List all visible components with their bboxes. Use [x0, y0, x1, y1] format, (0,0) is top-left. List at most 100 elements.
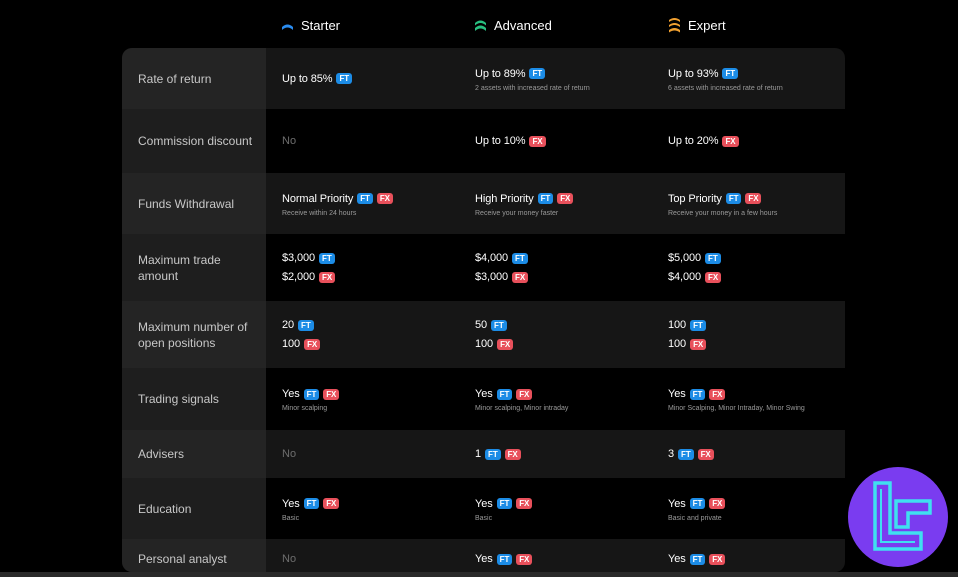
ft-badge: FT: [512, 252, 528, 264]
ft-badge: FT: [496, 388, 513, 400]
expert-tier-icon: [668, 16, 681, 34]
row-label: Trading signals: [138, 392, 219, 406]
advanced-tier-icon: [474, 18, 487, 32]
cell-note: Minor scalping, Minor intraday: [475, 405, 569, 412]
fx-badge: FX: [504, 448, 521, 460]
table-cell-advanced: Yes FT FX: [475, 539, 665, 572]
cell-line: 1 FT FX: [475, 446, 665, 462]
cell-line: Yes FT FX: [282, 496, 472, 512]
table-cell-starter: No: [282, 430, 472, 478]
fx-badge: FX: [709, 553, 726, 565]
tier-header-expert: Expert: [668, 16, 726, 34]
cell-line: 100 FX: [282, 336, 472, 352]
cell-value: 50: [475, 319, 488, 331]
row-label-cell: Maximum trade amount: [122, 234, 266, 301]
cell-value: Up to 93%: [668, 67, 719, 80]
cell-line: 20 FT: [282, 317, 472, 333]
row-label-cell: Trading signals: [122, 368, 266, 430]
table-cell-expert: 100 FT 100 FX: [668, 301, 845, 368]
cell-value: Up to 10%: [475, 135, 526, 147]
cell-line: $3,000 FT: [282, 250, 472, 266]
row-label: Funds Withdrawal: [138, 196, 235, 211]
cell-line: Up to 93% FT: [668, 66, 845, 82]
cell-line: Top Priority FT FX: [668, 191, 845, 207]
cell-value: $5,000: [668, 252, 702, 264]
cell-value: Yes: [475, 497, 493, 510]
fx-badge: FX: [709, 388, 726, 400]
tier-name: Expert: [688, 17, 726, 33]
cell-line: 3 FT FX: [668, 446, 845, 462]
cell-line: Yes FT FX: [668, 551, 845, 567]
row-label: Personal analyst: [138, 552, 227, 566]
fx-badge: FX: [323, 388, 340, 400]
table-cell-expert: Up to 20% FX: [668, 109, 845, 173]
cell-line: 100 FX: [668, 336, 845, 352]
cell-line: 50 FT: [475, 317, 665, 333]
table-cell-starter: Normal Priority FT FX Receive within 24 hou…: [282, 173, 472, 234]
row-label: Rate of return: [138, 71, 212, 86]
table-row: Funds Withdrawal Normal Priority FT FX Recei…: [122, 173, 845, 234]
cell-note: 2 assets with increased rate of return: [475, 84, 590, 92]
cell-value: 100: [475, 338, 494, 350]
table-cell-advanced: $4,000 FT $3,000 FX: [475, 234, 665, 301]
table-cell-expert: Yes FT FX: [668, 539, 845, 572]
ft-badge: FT: [491, 319, 507, 331]
ft-badge: FT: [496, 553, 513, 565]
cell-value: Yes: [668, 388, 686, 400]
cell-value: High Priority: [475, 192, 534, 205]
cell-line: Normal Priority FT FX: [282, 191, 472, 207]
table-cell-starter: $3,000 FT $2,000 FX: [282, 234, 472, 301]
fx-badge: FX: [304, 338, 321, 350]
cell-line: $3,000 FX: [475, 269, 665, 285]
cell-line: 100 FT: [668, 317, 845, 333]
ft-badge: FT: [485, 448, 501, 460]
fx-badge: FX: [697, 448, 714, 460]
ft-badge: FT: [298, 319, 314, 331]
table-row: Personal analyst No Yes FT FX Yes FT FX: [122, 539, 845, 572]
cell-value: 100: [282, 338, 301, 350]
ft-badge: FT: [725, 193, 742, 204]
fx-badge: FX: [516, 553, 533, 565]
ft-badge: FT: [689, 388, 706, 400]
comparison-table: Rate of return Up to 85% FT Up to 89% FT 2 as…: [122, 48, 845, 572]
table-cell-advanced: Yes FT FX Minor scalping, Minor intraday: [475, 368, 665, 430]
ft-badge: FT: [303, 498, 320, 509]
ft-badge: FT: [678, 448, 694, 460]
table-cell-advanced: High Priority FT FX Receive your money fast…: [475, 173, 665, 234]
row-label: Maximum number of open positions: [138, 319, 248, 350]
ft-badge: FT: [689, 498, 706, 509]
table-row: Maximum number of open positions 20 FT 100 F…: [122, 301, 845, 368]
table-cell-expert: Yes FT FX Minor Scalping, Minor Intraday, M…: [668, 368, 845, 430]
cell-value: $4,000: [668, 271, 702, 283]
table-row: Education Yes FT FX Basic Yes FT FX Basic Yes FT FX…: [122, 478, 845, 539]
table-cell-starter: Yes FT FX Minor scalping: [282, 368, 472, 430]
ft-badge: FT: [529, 68, 546, 79]
cell-value: 3: [668, 448, 675, 460]
fx-badge: FX: [557, 193, 574, 204]
ft-badge: FT: [303, 388, 320, 400]
cell-value: 100: [668, 319, 687, 331]
table-cell-expert: Top Priority FT FX Receive your money in a …: [668, 173, 845, 234]
row-label: Education: [138, 501, 192, 516]
table-cell-advanced: Up to 10% FX: [475, 109, 665, 173]
row-label-cell: Personal analyst: [122, 539, 266, 572]
cell-value: Yes: [668, 497, 686, 510]
fx-badge: FX: [722, 135, 739, 147]
fx-badge: FX: [516, 388, 533, 400]
row-label-cell: Education: [122, 478, 266, 539]
fx-badge: FX: [512, 271, 529, 283]
table-row: Trading signals Yes FT FX Minor scalping Yes F…: [122, 368, 845, 430]
cell-note: Minor scalping: [282, 405, 328, 412]
fx-badge: FX: [497, 338, 514, 350]
cell-value: $4,000: [475, 252, 509, 264]
row-label: Advisers: [138, 447, 185, 461]
cell-line: Up to 85% FT: [282, 71, 472, 87]
ft-badge: FT: [319, 252, 335, 264]
cell-note: Receive your money faster: [475, 209, 559, 217]
tier-header-advanced: Advanced: [474, 16, 552, 34]
cell-value: Yes: [282, 388, 300, 400]
ft-badge: FT: [336, 73, 353, 84]
not-available-text: No: [282, 448, 297, 460]
horizontal-scrollbar[interactable]: [0, 572, 958, 577]
cell-line: Yes FT FX: [668, 386, 845, 402]
